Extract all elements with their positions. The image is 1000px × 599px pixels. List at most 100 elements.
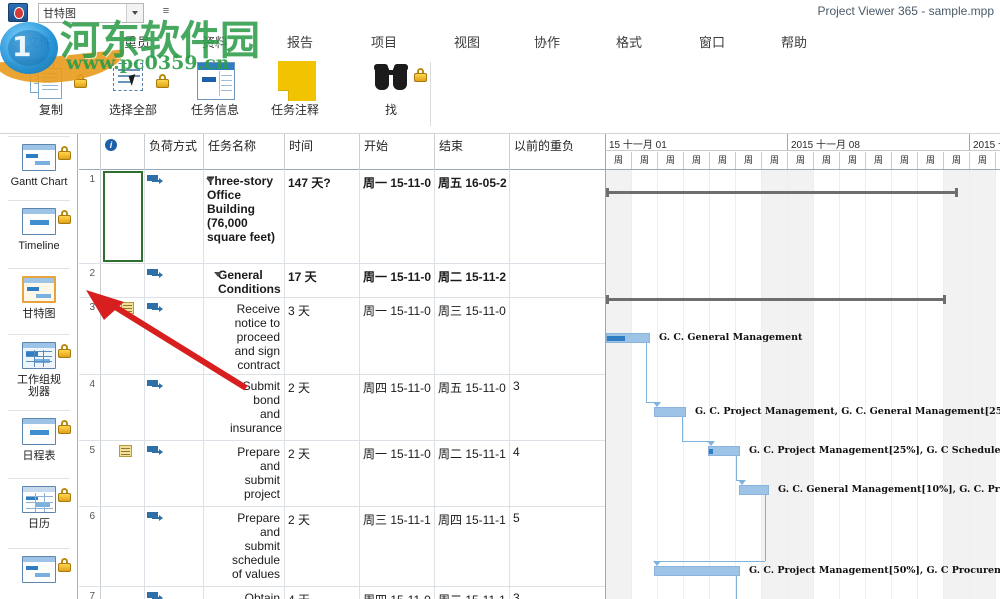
cell-dur[interactable]: 17 天	[285, 264, 360, 297]
cell-info[interactable]	[101, 587, 145, 599]
menu-item-2[interactable]: 资料	[198, 30, 232, 53]
cell-dur[interactable]: 2 天	[285, 441, 360, 506]
sidebar-item-2[interactable]: 甘特图	[0, 274, 78, 320]
table-row[interactable]: 7 Obtain building permits4 天周四 15-11-0周二 …	[79, 587, 605, 599]
gantt-task-bar[interactable]	[606, 333, 650, 343]
cell-pred[interactable]	[510, 298, 605, 374]
chevron-down-icon[interactable]	[126, 4, 143, 22]
cell-finish[interactable]: 周二 15-11-2	[435, 264, 510, 297]
table-row[interactable]: 6 Prepare and submit schedule of values 2 …	[79, 507, 605, 587]
sidebar-item-3[interactable]: 工作组规 划器	[0, 340, 78, 398]
gantt-day-column	[892, 170, 918, 599]
selected-cell[interactable]	[103, 171, 143, 262]
cell-pred[interactable]: 4	[510, 441, 605, 506]
column-header-dur[interactable]: 时间	[285, 134, 360, 170]
view-selector-combobox[interactable]: 甘特图	[38, 3, 144, 23]
column-header-start[interactable]: 开始	[360, 134, 435, 170]
collapse-triangle-icon[interactable]	[214, 272, 222, 277]
gantt-task-bar[interactable]	[654, 566, 740, 576]
menu-item-8[interactable]: 窗口	[695, 30, 729, 53]
copy-button[interactable]: 复制	[8, 58, 94, 130]
cell-name[interactable]: Prepare and submit project	[204, 441, 285, 506]
gantt-summary-bar[interactable]	[606, 295, 946, 304]
cell-pred[interactable]	[510, 170, 605, 263]
column-header-num[interactable]	[79, 134, 101, 170]
cell-dur[interactable]: 2 天	[285, 375, 360, 440]
cell-info[interactable]	[101, 507, 145, 586]
cell-dur[interactable]: 4 天	[285, 587, 360, 599]
cell-name[interactable]: Obtain building permits	[204, 587, 285, 599]
cell-mode[interactable]	[145, 441, 204, 506]
cell-pred[interactable]	[510, 264, 605, 297]
note-indicator-icon[interactable]	[119, 445, 132, 457]
cell-mode[interactable]	[145, 170, 204, 263]
cell-finish[interactable]: 周五 16-05-2	[435, 170, 510, 263]
cell-start[interactable]: 周四 15-11-0	[360, 587, 435, 599]
cell-finish[interactable]: 周五 15-11-0	[435, 375, 510, 440]
column-header-mode[interactable]: 负荷方式	[145, 134, 204, 170]
sidebar-item-6[interactable]	[0, 554, 78, 588]
task-notes-button[interactable]: 任务注释	[252, 58, 338, 130]
menu-item-6[interactable]: 协作	[530, 30, 564, 53]
lock-icon	[58, 210, 71, 224]
select-all-button[interactable]: 选择全部	[90, 58, 176, 130]
column-header-finish[interactable]: 结束	[435, 134, 510, 170]
task-information-button[interactable]: 任务信息	[172, 58, 258, 130]
menu-item-1[interactable]: 重员	[120, 30, 154, 53]
cell-name[interactable]: Prepare and submit schedule of values	[204, 507, 285, 586]
cell-start[interactable]: 周一 15-11-0	[360, 441, 435, 506]
gantt-chart-body[interactable]: G. C. General Management G. C. Project Ma…	[606, 170, 1000, 599]
lock-icon	[58, 420, 71, 434]
gantt-day-column	[684, 170, 710, 599]
cell-start[interactable]: 周一 15-11-0	[360, 298, 435, 374]
cell-num[interactable]: 1	[79, 170, 101, 263]
collapse-triangle-icon[interactable]	[206, 178, 214, 183]
sidebar-item-4[interactable]: 日程表	[0, 416, 78, 462]
cell-num[interactable]: 6	[79, 507, 101, 586]
project-viewer-window: 甘特图 Project Viewer 365 - sample.mpp 文件 重员…	[0, 0, 1000, 599]
menu-item-0[interactable]: 文件	[22, 30, 56, 53]
cell-pred[interactable]: 5	[510, 507, 605, 586]
column-header-info[interactable]: i	[101, 134, 145, 170]
gantt-day-column	[788, 170, 814, 599]
cell-num[interactable]: 7	[79, 587, 101, 599]
cell-start[interactable]: 周四 15-11-0	[360, 375, 435, 440]
cell-finish[interactable]: 周四 15-11-1	[435, 507, 510, 586]
quick-access-more-icon[interactable]	[160, 6, 172, 18]
cell-start[interactable]: 周一 15-11-0	[360, 170, 435, 263]
column-header-pred[interactable]: 以前的重负	[510, 134, 605, 170]
cell-mode[interactable]	[145, 507, 204, 586]
gantt-summary-bar[interactable]	[606, 188, 958, 197]
find-button[interactable]: 找	[348, 58, 434, 130]
cell-pred[interactable]: 3	[510, 587, 605, 599]
table-row[interactable]: 1 Three-story Office Building (76,000 squ…	[79, 170, 605, 264]
cell-dur[interactable]: 147 天?	[285, 170, 360, 263]
gantt-task-bar[interactable]	[654, 407, 686, 417]
cell-dur[interactable]: 2 天	[285, 507, 360, 586]
gantt-day-column	[658, 170, 684, 599]
menu-item-9[interactable]: 帮助	[777, 30, 811, 53]
cell-name[interactable]: Three-story Office Building (76,000 squa…	[204, 170, 285, 263]
timescale-day-cell: 周	[996, 152, 1000, 169]
menu-item-4[interactable]: 项目	[367, 30, 401, 53]
menu-item-5[interactable]: 视图	[450, 30, 484, 53]
cell-num[interactable]: 5	[79, 441, 101, 506]
cell-mode[interactable]	[145, 587, 204, 599]
cell-pred[interactable]: 3	[510, 375, 605, 440]
gantt-task-bar[interactable]	[708, 446, 740, 456]
cell-finish[interactable]: 周二 15-11-1	[435, 587, 510, 599]
menu-item-3[interactable]: 报告	[283, 30, 317, 53]
cell-finish[interactable]: 周二 15-11-1	[435, 441, 510, 506]
cell-start[interactable]: 周三 15-11-1	[360, 507, 435, 586]
cell-dur[interactable]: 3 天	[285, 298, 360, 374]
table-row[interactable]: 5 Prepare and submit project 2 天周一 15-11-0…	[79, 441, 605, 507]
menu-item-7[interactable]: 格式	[612, 30, 646, 53]
cell-info[interactable]	[101, 441, 145, 506]
gantt-task-bar[interactable]	[739, 485, 769, 495]
sidebar-item-5[interactable]: 日历	[0, 484, 78, 530]
sidebar-item-1[interactable]: Timeline	[0, 206, 78, 252]
column-header-name[interactable]: 任务名称	[204, 134, 285, 170]
sidebar-item-0[interactable]: Gantt Chart	[0, 142, 78, 188]
cell-finish[interactable]: 周三 15-11-0	[435, 298, 510, 374]
cell-start[interactable]: 周一 15-11-0	[360, 264, 435, 297]
